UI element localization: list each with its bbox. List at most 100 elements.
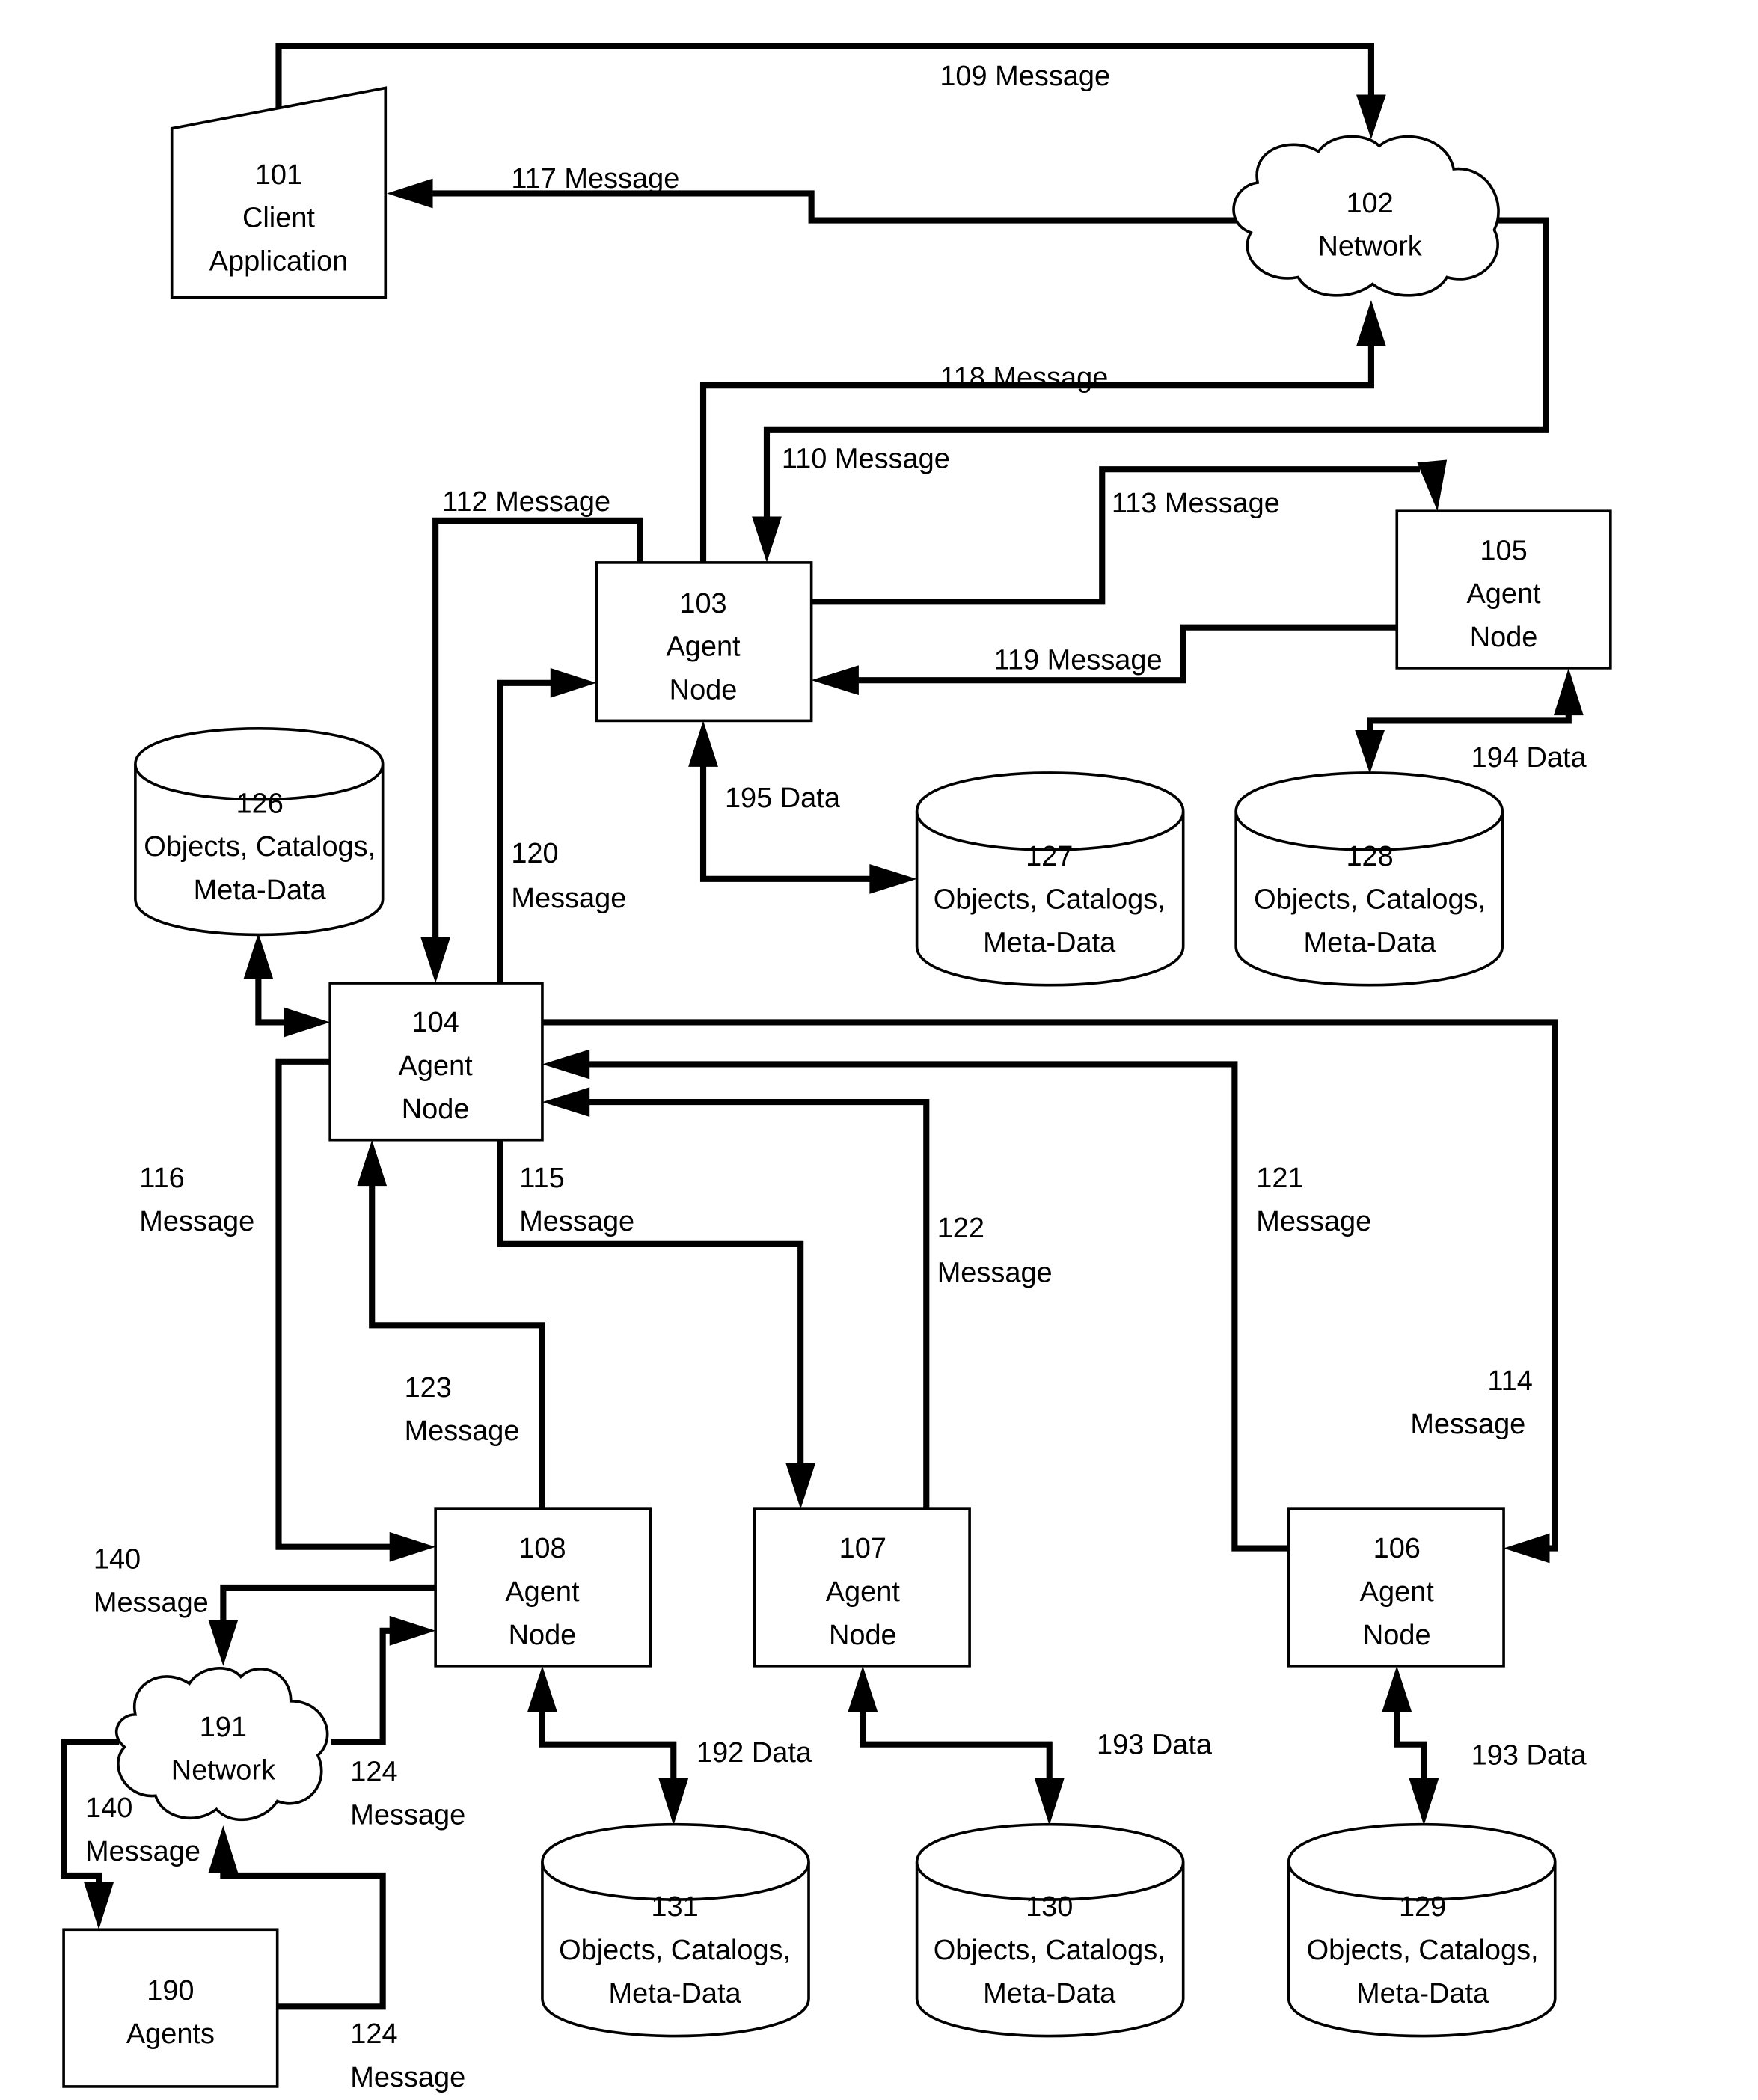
label-112: 112 Message <box>442 486 610 518</box>
edge-124a <box>331 1627 393 1745</box>
arrowhead-193b-down <box>1409 1778 1439 1826</box>
arrowhead-112 <box>420 937 451 984</box>
node-id: 191 <box>200 1712 247 1743</box>
node-106-agent: 106 Agent Node <box>1287 1507 1505 1668</box>
store-label: Meta-Data <box>983 927 1116 958</box>
edge-117 <box>432 190 1237 224</box>
cloud-icon <box>114 1667 329 1822</box>
store-label: Meta-Data <box>1304 927 1437 958</box>
label-114-text: Message <box>1410 1409 1525 1440</box>
label-193a: 193 Data <box>1097 1729 1213 1760</box>
architecture-diagram: 101 Client Application 102 Network 103 A… <box>61 43 1612 2093</box>
store-id: 131 <box>651 1891 698 1923</box>
edge-122 <box>585 1099 930 1510</box>
datastore-131: 131 Objects, Catalogs, Meta-Data <box>541 1823 810 2038</box>
node-label: Node <box>670 674 738 705</box>
arrowhead-193a-down <box>1034 1778 1065 1826</box>
label-122-text: Message <box>937 1257 1053 1288</box>
arrowhead-124b <box>208 1825 239 1873</box>
datastore-127: 127 Objects, Catalogs, Meta-Data <box>915 771 1185 987</box>
label-120-num: 120 <box>511 838 558 869</box>
edge-193a <box>860 1709 1053 1783</box>
arrowhead-124a <box>389 1615 436 1646</box>
node-101-client-application: 101 Client Application <box>170 86 388 299</box>
arrowhead-110 <box>752 516 782 563</box>
store-label: Objects, Catalogs, <box>144 831 376 863</box>
node-191-network-cloud: 191 Network <box>114 1667 329 1822</box>
datastore-130: 130 Objects, Catalogs, Meta-Data <box>915 1823 1185 2038</box>
label-194: 194 Data <box>1471 742 1587 774</box>
label-119: 119 Message <box>994 645 1163 676</box>
node-label: Node <box>1470 622 1538 653</box>
node-label: Agents <box>126 2018 215 2050</box>
node-label: Agent <box>1466 578 1541 610</box>
node-id: 106 <box>1373 1533 1421 1564</box>
edge-192 <box>539 1709 677 1783</box>
label-123-num: 123 <box>405 1372 452 1403</box>
store-id: 128 <box>1346 841 1393 872</box>
arrowhead-114 <box>1504 1533 1550 1564</box>
store-label: Objects, Catalogs, <box>559 1935 791 1966</box>
node-label: Agent <box>399 1050 474 1082</box>
arrowhead-193b-up <box>1382 1665 1412 1712</box>
datastore-126: 126 Objects, Catalogs, Meta-Data <box>134 726 385 937</box>
label-140-num: 140 <box>94 1544 141 1576</box>
node-105-agent: 105 Agent Node <box>1395 509 1612 670</box>
datastore-128: 128 Objects, Catalogs, Meta-Data <box>1234 771 1504 987</box>
label-124b-num: 124 <box>350 2018 397 2050</box>
arrowhead-140b <box>84 1882 114 1930</box>
edge-126-104 <box>255 976 287 1026</box>
node-102-network-cloud: 102 Network <box>1232 135 1500 297</box>
node-label: Node <box>829 1620 897 1651</box>
node-label: Network <box>171 1755 276 1787</box>
label-113: 113 Message <box>1112 488 1280 519</box>
arrowhead-194-down <box>1355 730 1385 774</box>
label-121-text: Message <box>1256 1206 1371 1237</box>
store-label: Objects, Catalogs, <box>1307 1935 1539 1966</box>
node-label: Agent <box>1360 1576 1435 1608</box>
datastore-129: 129 Objects, Catalogs, Meta-Data <box>1287 1823 1557 2038</box>
arrowhead-126-up <box>243 933 274 979</box>
node-label: Node <box>509 1620 577 1651</box>
edge-121 <box>585 1061 1289 1552</box>
node-label: Agent <box>666 631 741 663</box>
arrowhead-192-up <box>527 1665 557 1712</box>
node-label: Agent <box>505 1576 580 1608</box>
arrowhead-118 <box>1356 300 1386 346</box>
node-label: Node <box>1363 1620 1431 1651</box>
label-116-text: Message <box>139 1206 254 1237</box>
store-id: 130 <box>1026 1891 1073 1923</box>
store-label: Meta-Data <box>194 875 327 906</box>
node-label: Application <box>209 245 349 277</box>
label-118: 118 Message <box>940 362 1108 394</box>
arrowhead-194-up <box>1553 667 1584 716</box>
arrowhead-109 <box>1356 94 1386 140</box>
arrowhead-113 <box>1417 459 1448 512</box>
node-id: 105 <box>1480 535 1527 566</box>
node-id: 108 <box>518 1533 566 1564</box>
store-label: Meta-Data <box>983 1978 1116 2009</box>
store-id: 127 <box>1026 841 1073 872</box>
node-id: 103 <box>679 588 726 619</box>
node-190-agents: 190 Agents <box>62 1928 279 2088</box>
arrowhead-117 <box>387 178 433 209</box>
label-124-text: Message <box>350 1799 465 1831</box>
label-122-num: 122 <box>937 1213 984 1244</box>
store-label: Meta-Data <box>1356 1978 1489 2009</box>
label-193b: 193 Data <box>1471 1740 1587 1772</box>
arrowhead-120 <box>550 667 597 698</box>
label-195: 195 Data <box>725 783 841 814</box>
arrowhead-119 <box>811 665 859 696</box>
label-109: 109 Message <box>940 61 1110 92</box>
arrowhead-140a <box>208 1620 239 1666</box>
node-id: 102 <box>1346 188 1393 219</box>
store-label: Objects, Catalogs, <box>934 1935 1166 1966</box>
label-192: 192 Data <box>696 1737 812 1769</box>
label-124b-text: Message <box>350 2062 465 2093</box>
edge-140a <box>220 1584 436 1623</box>
arrowhead-123 <box>357 1139 388 1187</box>
store-label: Meta-Data <box>609 1978 742 2009</box>
arrowhead-195-up <box>688 720 718 767</box>
arrowhead-195-right <box>869 863 917 894</box>
label-140b-num: 140 <box>85 1793 132 1824</box>
